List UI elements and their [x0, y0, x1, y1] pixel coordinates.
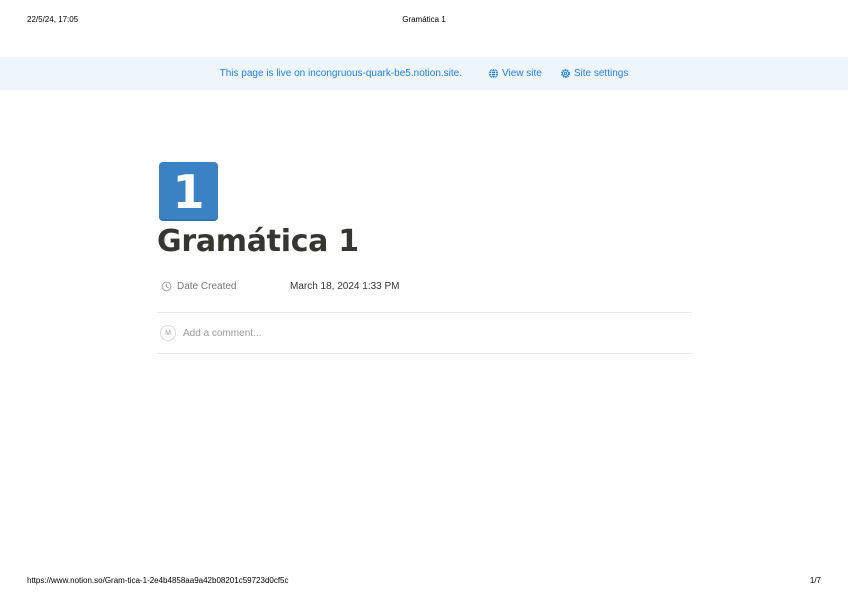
globe-icon [488, 68, 499, 79]
page-title[interactable]: Gramática 1 [157, 224, 359, 259]
property-value: March 18, 2024 1:33 PM [290, 280, 400, 292]
site-settings-label: Site settings [573, 68, 629, 79]
clock-icon [161, 281, 172, 291]
divider [157, 312, 692, 313]
comment-input[interactable] [183, 327, 483, 339]
property-name: Date Created [161, 281, 290, 292]
avatar: M [160, 325, 176, 341]
print-url: https://www.notion.so/Gram-tica-1-2e4b48… [27, 576, 289, 585]
site-live-banner: This page is live on incongruous-quark-b… [0, 57, 848, 90]
view-site-label: View site [502, 68, 542, 79]
banner-message: This page is live on incongruous-quark-b… [219, 68, 463, 79]
page-icon-number-1[interactable]: 1 [159, 162, 218, 221]
property-row-date-created[interactable]: Date Created March 18, 2024 1:33 PM [161, 279, 691, 293]
divider [157, 353, 692, 354]
property-name-label: Date Created [177, 280, 237, 292]
print-page-number: 1/7 [809, 576, 821, 585]
view-site-link[interactable]: View site [488, 68, 542, 79]
gear-icon [560, 69, 570, 78]
print-page: 22/5/24, 17:05 Gramática 1 This page is … [0, 0, 848, 599]
site-settings-link[interactable]: Site settings [560, 68, 628, 79]
comment-row: M [160, 325, 483, 341]
print-title: Gramática 1 [402, 15, 446, 24]
